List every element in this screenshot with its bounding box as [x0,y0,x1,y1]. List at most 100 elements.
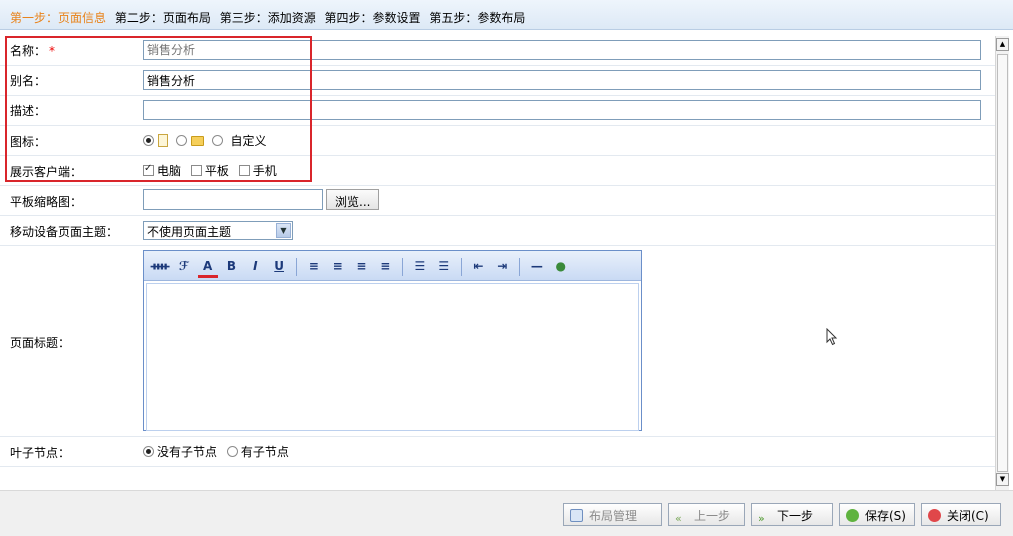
tablet-thumb-path[interactable] [143,189,323,210]
layout-manage-label: 布局管理 [589,509,638,523]
indent-icon[interactable]: ⇥ [492,256,512,276]
bold-icon[interactable]: B [221,256,241,276]
chevron-down-icon[interactable]: ▼ [276,223,291,238]
name-label: 名称： [10,44,47,58]
unordered-list-icon[interactable]: ☰ [434,256,454,276]
row-description: 描述： [0,96,995,126]
close-button[interactable]: 关闭(C) [921,503,1001,526]
rich-text-editor: ᚓ ℱ A B I U ≡ ≡ ≡ ≡ ☰ ☰ ⇤ ⇥ — ● [143,250,642,431]
row-tablet-thumb: 平板缩略图： 浏览... [0,186,995,216]
font-style-icon[interactable]: ℱ [174,256,194,276]
link-icon[interactable]: ● [551,256,571,276]
step-page-layout[interactable]: 第二步：页面布局 [115,11,211,25]
client-pc-label: 电脑 [157,164,182,178]
step-add-resource[interactable]: 第三步：添加资源 [220,11,316,25]
row-mobile-theme: 移动设备页面主题： 不使用页面主题 ▼ [0,216,995,246]
toolbar-separator [519,257,521,276]
help-icon [570,509,583,522]
client-tablet-label: 平板 [204,164,229,178]
save-button[interactable]: 保存(S) [839,503,915,526]
page-icon [158,134,168,147]
close-icon [928,509,941,522]
close-label: 关闭(C) [947,509,989,523]
icon-options: 自定义 [143,132,267,149]
prev-step-button[interactable]: « 上一步 [668,503,745,526]
save-check-icon [846,509,859,522]
align-right-icon[interactable]: ≡ [351,256,371,276]
underline-icon[interactable]: U [269,256,289,276]
font-family-icon[interactable]: ᚓ [150,256,170,276]
prev-step-label: 上一步 [694,509,731,523]
leaf-node-label: 叶子节点： [10,446,71,460]
wizard-steps: 第一步：页面信息 第二步：页面布局 第三步：添加资源 第四步：参数设置 第五步：… [0,0,1013,30]
align-left-icon[interactable]: ≡ [304,256,324,276]
scroll-down-icon[interactable]: ▼ [996,473,1009,486]
icon-custom-radio[interactable] [211,135,223,146]
step-param-layout[interactable]: 第五步：参数布局 [429,11,525,25]
row-clients: 展示客户端： 电脑 平板 手机 [0,156,995,186]
editor-toolbar: ᚓ ℱ A B I U ≡ ≡ ≡ ≡ ☰ ☰ ⇤ ⇥ — ● [144,251,641,281]
mobile-theme-select[interactable]: 不使用页面主题 ▼ [143,221,293,240]
client-pc[interactable]: 电脑 [143,162,181,179]
alias-label: 别名： [10,74,47,88]
footer-bar: 布局管理 « 上一步 » 下一步 保存(S) 关闭(C) [0,490,1013,536]
horizontal-rule-icon[interactable]: — [527,256,547,276]
scroll-up-icon[interactable]: ▲ [996,38,1009,51]
description-input[interactable] [143,100,981,120]
save-label: 保存(S) [865,509,906,523]
toolbar-separator [460,257,462,276]
page-info-form: 名称：* 别名： 描述： 图标： 自定义 展示客户端： 电脑 平板 手机 平板缩… [0,36,995,490]
next-step-label: 下一步 [777,509,814,523]
leaf-no-children-label: 没有子节点 [157,445,218,459]
leaf-has-children-radio[interactable] [226,446,238,457]
tablet-thumb-field: 浏览... [143,189,380,210]
leaf-has-children[interactable]: 有子节点 [226,443,289,460]
tablet-thumb-label: 平板缩略图： [10,195,83,209]
mobile-theme-label: 移动设备页面主题： [10,225,119,239]
page-title-label: 页面标题： [10,336,71,350]
client-tablet-checkbox[interactable] [190,165,202,176]
client-phone[interactable]: 手机 [238,162,277,179]
clients-label: 展示客户端： [10,165,83,179]
outdent-icon[interactable]: ⇤ [468,256,488,276]
leaf-no-children[interactable]: 没有子节点 [143,443,217,460]
row-alias: 别名： [0,66,995,96]
row-icon: 图标： 自定义 [0,126,995,156]
icon-page-radio[interactable] [143,135,154,146]
forward-arrow-icon: » [758,512,765,525]
client-phone-label: 手机 [252,164,277,178]
icon-folder-radio[interactable] [175,135,187,146]
client-options: 电脑 平板 手机 [143,162,283,179]
leaf-node-options: 没有子节点 有子节点 [143,443,295,460]
step-page-info[interactable]: 第一步：页面信息 [10,11,106,25]
ordered-list-icon[interactable]: ☰ [410,256,430,276]
editor-content-area[interactable] [146,283,639,431]
layout-manage-button[interactable]: 布局管理 [563,503,662,526]
description-label: 描述： [10,104,47,118]
mobile-theme-value: 不使用页面主题 [147,225,232,239]
justify-icon[interactable]: ≡ [375,256,395,276]
icon-custom-label: 自定义 [230,134,267,148]
folder-icon [190,135,204,146]
step-param-settings[interactable]: 第四步：参数设置 [325,11,421,25]
browse-button[interactable]: 浏览... [326,189,380,210]
icon-label: 图标： [10,135,47,149]
italic-icon[interactable]: I [245,256,265,276]
client-phone-checkbox[interactable] [238,165,250,176]
align-center-icon[interactable]: ≡ [328,256,348,276]
leaf-no-children-radio[interactable] [143,446,154,457]
client-tablet[interactable]: 平板 [190,162,229,179]
alias-input[interactable] [143,70,981,90]
client-pc-checkbox[interactable] [143,163,154,176]
font-color-icon[interactable]: A [197,258,218,278]
back-arrow-icon: « [675,512,682,525]
row-leaf-node: 叶子节点： 没有子节点 有子节点 [0,437,995,467]
next-step-button[interactable]: » 下一步 [751,503,833,526]
mouse-cursor-icon [826,328,838,346]
row-page-title: 页面标题： ᚓ ℱ A B I U ≡ ≡ ≡ ≡ ☰ ☰ ⇤ ⇥ — ● [0,246,995,437]
scroll-thumb[interactable] [997,54,1008,472]
name-input[interactable] [143,40,981,60]
toolbar-separator [295,257,297,276]
row-name: 名称： * [0,36,995,66]
form-scrollbar[interactable]: ▲ ▼ [995,36,1009,490]
